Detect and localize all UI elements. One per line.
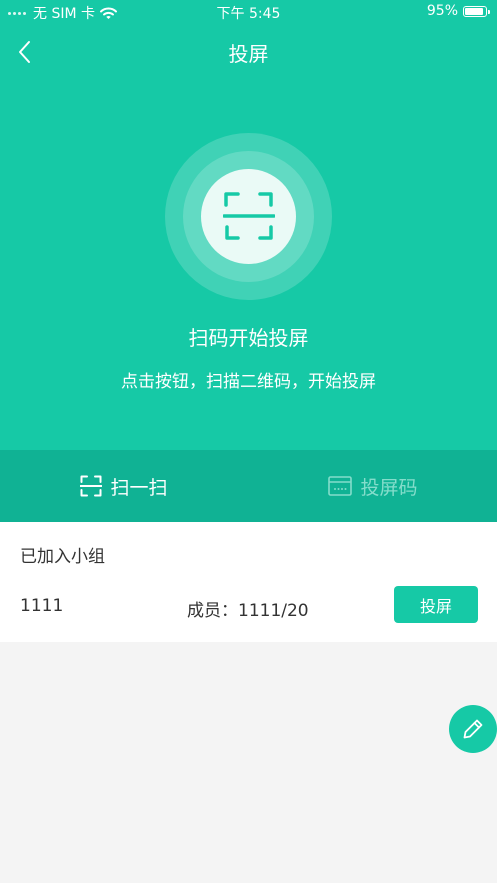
status-time: 下午 5:45 — [216, 6, 281, 22]
status-right: 95% — [426, 3, 490, 19]
group-heading: 已加入小组 — [20, 547, 105, 567]
keyboard-icon — [328, 476, 353, 496]
tab-scan-label: 扫一扫 — [110, 476, 168, 499]
pencil-icon — [463, 719, 483, 739]
tab-scan[interactable]: 扫一扫 — [0, 450, 248, 522]
member-count: 成员：1111/20 — [187, 601, 309, 621]
hero-title: 扫码开始投屏 — [188, 326, 309, 350]
edit-button[interactable] — [449, 705, 497, 753]
scan-button[interactable] — [201, 169, 296, 264]
scan-frame-icon — [223, 192, 275, 240]
battery-level-fill — [465, 7, 483, 15]
page-title: 投屏 — [228, 42, 269, 66]
battery-percentage: 95% — [426, 3, 458, 19]
tab-bar: 扫一扫 投屏码 — [0, 450, 497, 522]
tab-cast-code-label: 投屏码 — [360, 476, 418, 499]
scan-frame-icon — [80, 475, 103, 497]
group-name: 1111 — [20, 596, 64, 616]
battery-icon — [463, 5, 490, 17]
joined-group-card: 已加入小组 1111 成员：1111/20 投屏 — [0, 522, 497, 642]
status-bar: 无 SIM 卡 下午 5:45 95% — [0, 0, 497, 24]
nav-bar: 投屏 — [0, 26, 497, 76]
tab-cast-code[interactable]: 投屏码 — [249, 450, 497, 522]
cast-button[interactable]: 投屏 — [394, 586, 478, 623]
hero-subtitle: 点击按钮，扫描二维码，开始投屏 — [121, 372, 376, 392]
hero-section: 无 SIM 卡 下午 5:45 95% 投屏 扫码开始投屏 点击按钮，扫描二维码… — [0, 0, 497, 450]
